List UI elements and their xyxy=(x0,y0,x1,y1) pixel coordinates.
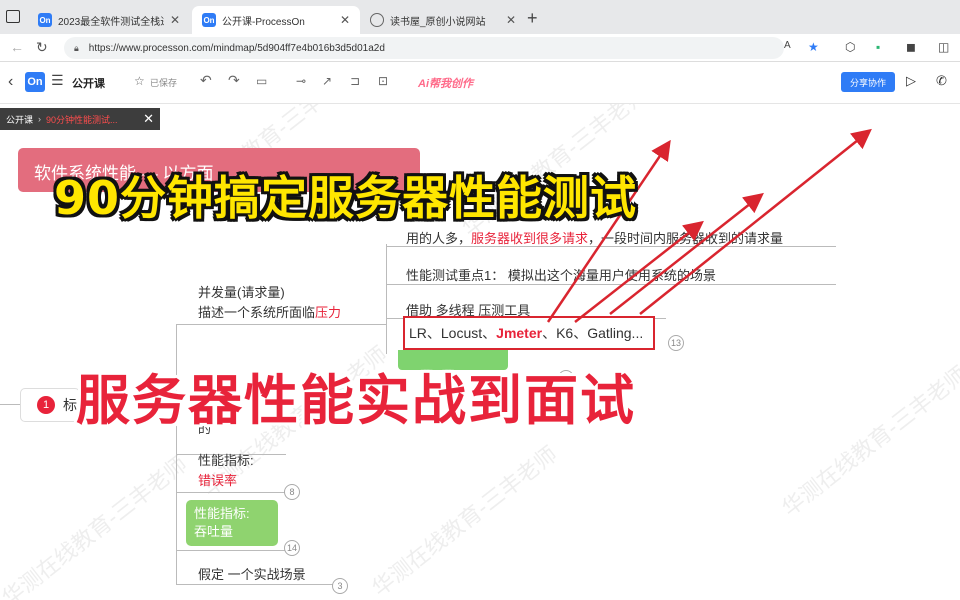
tab-title: 读书屋_原创小说网站 xyxy=(390,16,486,28)
extension-green-icon[interactable]: ▪ xyxy=(876,40,880,54)
processon-favicon-icon: On xyxy=(202,13,216,27)
star-outline-icon[interactable]: ☆ xyxy=(134,74,145,88)
format-painter-icon[interactable]: ▭ xyxy=(256,74,267,88)
app-toolbar: ‹ On ☰ 公开课 ☆ 已保存 ↶ ↷ ▭ ⊸ ↗ ⊐ ⊡ Ai帮我创作 分享… xyxy=(0,62,960,104)
headline-bottom: 服务器性能实战到面试 xyxy=(76,369,636,432)
saved-status: 已保存 xyxy=(150,78,178,88)
close-tab-icon[interactable]: ✕ xyxy=(506,13,516,27)
close-tab-icon[interactable]: ✕ xyxy=(340,13,350,27)
new-tab-button[interactable]: + xyxy=(527,8,538,29)
extension-dark-icon[interactable]: ◼ xyxy=(906,40,916,54)
back-arrow-icon[interactable]: ← xyxy=(10,39,24,55)
read-aloud-icon[interactable]: A xyxy=(784,40,791,51)
menu-icon[interactable]: ☰ xyxy=(51,72,64,89)
tab-title: 2023最全软件测试全栈进阶知识 xyxy=(58,16,164,28)
browser-tab-bar: On 2023最全软件测试全栈进阶知识 ✕ On 公开课-ProcessOn ✕… xyxy=(0,0,960,34)
insert-topic-icon[interactable]: ⊸ xyxy=(296,74,306,88)
extension-icon[interactable]: ⬡ xyxy=(845,40,855,54)
mindmap-canvas[interactable]: 华测在线教育-三丰老师 华测在线教育-三丰老师 华测在线教育-三丰老师 华测在线… xyxy=(0,104,960,600)
browser-tab-3[interactable]: 读书屋_原创小说网站 ✕ xyxy=(360,6,526,34)
redo-icon[interactable]: ↷ xyxy=(228,72,240,89)
share-button[interactable]: 分享协作 xyxy=(841,72,895,92)
split-screen-icon[interactable]: ◫ xyxy=(938,40,949,54)
tab-title: 公开课-ProcessOn xyxy=(222,16,305,28)
undo-icon[interactable]: ↶ xyxy=(200,72,212,89)
connect-line-icon[interactable]: ↗ xyxy=(322,74,332,88)
refresh-icon[interactable]: ↻ xyxy=(36,39,48,56)
url-field[interactable]: 🔒︎ https://www.processon.com/mindmap/5d9… xyxy=(64,37,784,59)
globe-icon xyxy=(370,13,384,27)
tab-actions-icon[interactable] xyxy=(6,10,20,23)
address-bar: ← ↻ 🔒︎ https://www.processon.com/mindmap… xyxy=(0,34,960,62)
summary-icon[interactable]: ⊐ xyxy=(350,74,360,88)
browser-tab-1[interactable]: On 2023最全软件测试全栈进阶知识 ✕ xyxy=(28,6,190,34)
headline-top: 90分钟搞定服务器性能测试 xyxy=(54,171,638,225)
processon-logo[interactable]: On xyxy=(25,72,45,92)
red-arrow xyxy=(639,128,872,315)
red-arrow xyxy=(574,220,704,323)
url-text: https://www.processon.com/mindmap/5d904f… xyxy=(88,42,385,54)
processon-favicon-icon: On xyxy=(38,13,52,27)
present-play-icon[interactable]: ▷ xyxy=(906,73,916,89)
browser-tab-2[interactable]: On 公开课-ProcessOn ✕ xyxy=(192,6,360,34)
favorite-star-icon[interactable]: ★ xyxy=(808,40,819,54)
phone-icon[interactable]: ✆ xyxy=(936,73,947,89)
frame-icon[interactable]: ⊡ xyxy=(378,74,388,88)
ai-create-button[interactable]: Ai帮我创作 xyxy=(418,75,473,91)
back-chevron-icon[interactable]: ‹ xyxy=(8,73,13,91)
document-title[interactable]: 公开课 xyxy=(72,75,105,91)
lock-icon: 🔒︎ xyxy=(74,42,79,53)
close-tab-icon[interactable]: ✕ xyxy=(170,13,180,27)
